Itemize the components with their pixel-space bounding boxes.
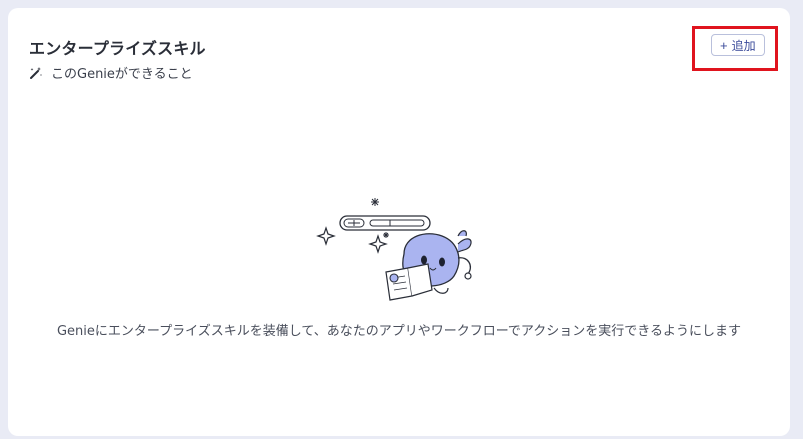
- subtitle-text: このGenieができること: [51, 67, 193, 82]
- add-button-label: 追加: [731, 38, 756, 53]
- genie-mascot-illustration: [308, 192, 488, 304]
- magic-wand-icon: [29, 66, 43, 80]
- add-button[interactable]: + 追加: [711, 34, 765, 56]
- enterprise-skills-card: エンタープライズスキル このGenieができること + 追加 Genieにエンタ…: [8, 8, 790, 436]
- card-title: エンタープライズスキル: [29, 39, 206, 58]
- plus-icon: +: [720, 37, 728, 53]
- card-subtitle: このGenieができること: [29, 63, 193, 82]
- empty-state-message: Genieにエンタープライズスキルを装備して、あなたのアプリやワークフローでアク…: [56, 324, 742, 339]
